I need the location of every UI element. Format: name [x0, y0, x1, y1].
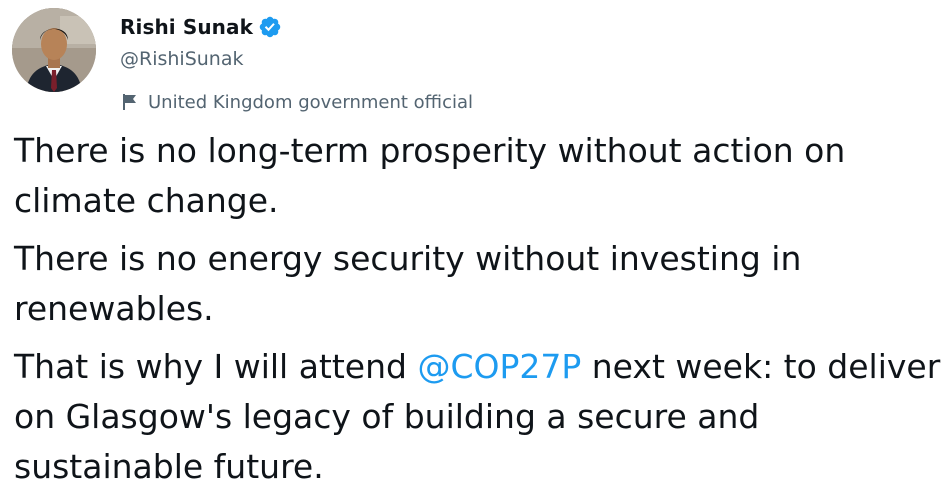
verified-badge-icon [259, 16, 281, 38]
mention-link[interactable]: @COP27P [417, 347, 581, 386]
affiliation-label: United Kingdom government official [120, 90, 473, 114]
tweet-paragraph-2: There is no energy security without inve… [14, 239, 802, 328]
affiliation-text: United Kingdom government official [148, 91, 473, 113]
tweet-paragraph-3: That is why I will attend @COP27P next w… [14, 342, 944, 492]
tweet-text: There is no long-term prosperity without… [14, 126, 944, 500]
avatar-image [12, 8, 96, 92]
author-name-row: Rishi Sunak [120, 12, 282, 42]
tweet-card: Rishi Sunak @RishiSunak United Kingdom g… [0, 0, 947, 495]
tweet-paragraph-1: There is no long-term prosperity without… [14, 131, 846, 220]
avatar[interactable] [12, 8, 96, 92]
flag-icon [123, 94, 136, 110]
display-name[interactable]: Rishi Sunak [120, 15, 253, 39]
tweet-paragraph-3-start: That is why I will attend [14, 347, 418, 386]
author-handle[interactable]: @RishiSunak [120, 48, 244, 70]
